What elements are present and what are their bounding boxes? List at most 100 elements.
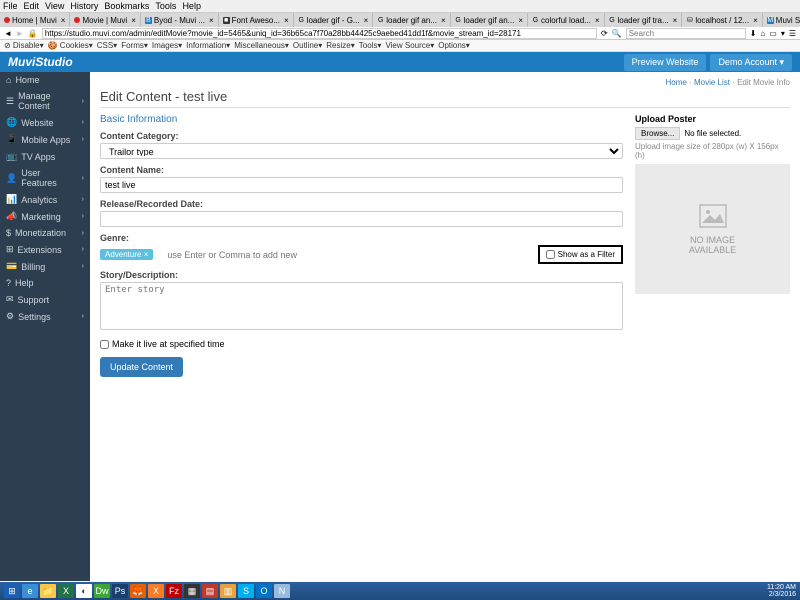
menu-file[interactable]: File — [3, 1, 18, 11]
menu-edit[interactable]: Edit — [24, 1, 40, 11]
content-name-input[interactable] — [100, 177, 623, 193]
browser-tab[interactable]: Home | Muvi× — [0, 13, 70, 27]
taskbar-outlook[interactable]: O — [256, 584, 272, 598]
sidebar-item-settings[interactable]: ⚙Settings› — [0, 308, 90, 325]
close-tab-icon[interactable]: × — [673, 16, 678, 25]
browser-tab[interactable]: MMuvi Studio |...× — [763, 13, 800, 27]
menu-bookmarks[interactable]: Bookmarks — [104, 1, 149, 11]
close-tab-icon[interactable]: × — [131, 16, 136, 25]
sidebar-icon[interactable]: ▭ — [769, 29, 777, 38]
menu-view[interactable]: View — [45, 1, 64, 11]
account-menu[interactable]: Demo Account ▾ — [710, 54, 792, 71]
close-tab-icon[interactable]: × — [61, 16, 66, 25]
taskbar-clock[interactable]: 11:20 AM2/3/2016 — [767, 584, 796, 598]
download-icon[interactable]: ⬇ — [750, 29, 757, 38]
menu-help[interactable]: Help — [182, 1, 201, 11]
lock-icon: 🔒 — [28, 29, 38, 38]
menu-history[interactable]: History — [70, 1, 98, 11]
browser-tab[interactable]: Gloader gif - G...× — [294, 13, 374, 27]
breadcrumb-list[interactable]: Movie List — [694, 78, 730, 87]
taskbar-notepad[interactable]: N — [274, 584, 290, 598]
sidebar-item-help[interactable]: ?Help — [0, 275, 90, 291]
browser-tab[interactable]: Gloader gif an...× — [451, 13, 528, 27]
pocket-icon[interactable]: ▾ — [781, 29, 785, 38]
devtool-options[interactable]: Options▾ — [438, 41, 470, 50]
close-tab-icon[interactable]: × — [284, 16, 289, 25]
reload-icon[interactable]: ⟳ — [601, 29, 608, 38]
sidebar-item-monetization[interactable]: $Monetization› — [0, 225, 90, 241]
devtool-miscellaneous[interactable]: Miscellaneous▾ — [234, 41, 289, 50]
devtool-css[interactable]: CSS▾ — [97, 41, 117, 50]
start-button[interactable]: ⊞ — [4, 584, 20, 598]
address-input[interactable] — [42, 28, 597, 39]
sidebar-item-marketing[interactable]: 📣Marketing› — [0, 208, 90, 225]
close-tab-icon[interactable]: × — [364, 16, 369, 25]
taskbar-firefox[interactable]: 🦊 — [130, 584, 146, 598]
back-icon[interactable]: ◄ — [4, 29, 12, 38]
devtool-cookies[interactable]: 🍪 Cookies▾ — [48, 41, 93, 50]
browser-tab[interactable]: Gloader gif an...× — [373, 13, 450, 27]
sidebar-item-user-features[interactable]: 👤User Features› — [0, 165, 90, 191]
browser-tab[interactable]: Movie | Muvi× — [70, 13, 140, 27]
menu-icon[interactable]: ☰ — [789, 29, 796, 38]
taskbar-dreamweaver[interactable]: Dw — [94, 584, 110, 598]
browser-tab[interactable]: Gcolorful load...× — [528, 13, 604, 27]
close-tab-icon[interactable]: × — [753, 16, 758, 25]
sidebar-item-billing[interactable]: 💳Billing› — [0, 258, 90, 275]
search-input[interactable] — [626, 28, 746, 39]
sidebar-item-manage-content[interactable]: ☰Manage Content› — [0, 88, 90, 114]
close-tab-icon[interactable]: × — [518, 16, 523, 25]
taskbar-chrome[interactable]: ◐ — [76, 584, 92, 598]
home-icon[interactable]: ⌂ — [760, 29, 765, 38]
taskbar-explorer[interactable]: 📁 — [40, 584, 56, 598]
close-tab-icon[interactable]: × — [209, 16, 214, 25]
devtool-resize[interactable]: Resize▾ — [326, 41, 354, 50]
chevron-right-icon: › — [82, 230, 84, 237]
sidebar-item-analytics[interactable]: 📊Analytics› — [0, 191, 90, 208]
filter-checkbox[interactable] — [546, 250, 555, 259]
taskbar-filezilla[interactable]: Fz — [166, 584, 182, 598]
taskbar-photoshop[interactable]: Ps — [112, 584, 128, 598]
show-as-filter[interactable]: Show as a Filter — [538, 245, 623, 264]
update-content-button[interactable]: Update Content — [100, 357, 183, 377]
make-live-row[interactable]: Make it live at specified time — [100, 339, 623, 349]
close-tab-icon[interactable]: × — [441, 16, 446, 25]
taskbar-xampp[interactable]: X — [148, 584, 164, 598]
browser-tab[interactable]: ⛁localhost / 12...× — [682, 13, 762, 27]
sidebar-item-support[interactable]: ✉Support — [0, 291, 90, 308]
menu-tools[interactable]: Tools — [155, 1, 176, 11]
release-date-input[interactable] — [100, 211, 623, 227]
genre-tag[interactable]: Adventure × — [100, 249, 153, 260]
make-live-checkbox[interactable] — [100, 340, 109, 349]
devtool-information[interactable]: Information▾ — [186, 41, 230, 50]
taskbar-skype[interactable]: S — [238, 584, 254, 598]
taskbar-app3[interactable]: ▥ — [220, 584, 236, 598]
sidebar-item-tv-apps[interactable]: 📺TV Apps — [0, 148, 90, 165]
browser-tab[interactable]: Gloader gif tra...× — [605, 13, 683, 27]
devtool-forms[interactable]: Forms▾ — [121, 41, 148, 50]
sidebar-item-label: Marketing — [21, 212, 61, 222]
sidebar-item-home[interactable]: ⌂Home — [0, 72, 90, 88]
close-tab-icon[interactable]: × — [595, 16, 600, 25]
breadcrumb-home[interactable]: Home — [666, 78, 687, 87]
sidebar-item-mobile-apps[interactable]: 📱Mobile Apps› — [0, 131, 90, 148]
taskbar-excel[interactable]: X — [58, 584, 74, 598]
devtool-outline[interactable]: Outline▾ — [293, 41, 322, 50]
story-textarea[interactable] — [100, 282, 623, 330]
forward-icon[interactable]: ► — [16, 29, 24, 38]
taskbar-app2[interactable]: ▤ — [202, 584, 218, 598]
taskbar-ie[interactable]: e — [22, 584, 38, 598]
browser-tab[interactable]: BByod - Muvi ...× — [141, 13, 219, 27]
genre-input[interactable] — [163, 248, 527, 262]
browse-button[interactable]: Browse... — [635, 127, 680, 140]
devtool-tools[interactable]: Tools▾ — [359, 41, 382, 50]
sidebar-item-extensions[interactable]: ⊞Extensions› — [0, 241, 90, 258]
sidebar-item-website[interactable]: 🌐Website› — [0, 114, 90, 131]
browser-tab[interactable]: ■Font Aweso...× — [219, 13, 294, 27]
devtool-images[interactable]: Images▾ — [152, 41, 182, 50]
category-select[interactable]: Trailor type — [100, 143, 623, 159]
preview-website-button[interactable]: Preview Website — [624, 54, 707, 71]
devtool-disable[interactable]: ⊘ Disable▾ — [4, 41, 44, 50]
taskbar-app1[interactable]: ▦ — [184, 584, 200, 598]
devtool-view source[interactable]: View Source▾ — [385, 41, 434, 50]
